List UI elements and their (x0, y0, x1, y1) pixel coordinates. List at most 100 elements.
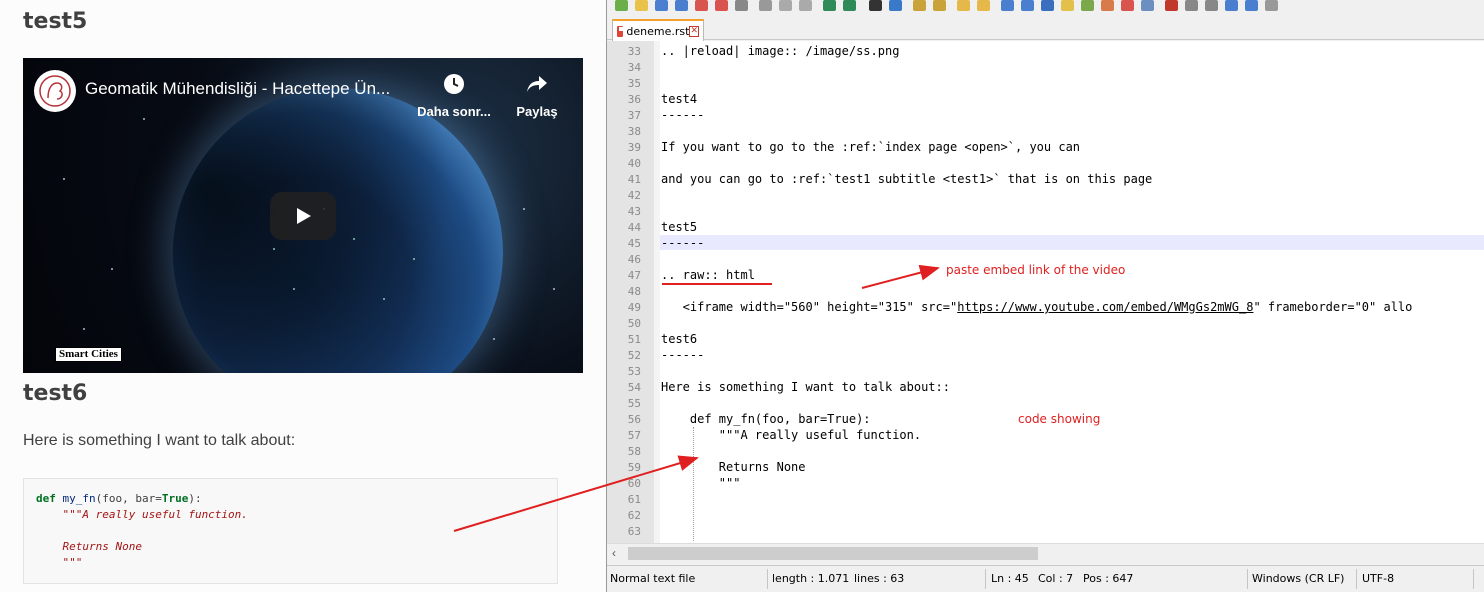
editor-line-47: .. raw:: html (661, 268, 755, 282)
show-all-chars-icon[interactable] (1021, 0, 1034, 11)
line-number: 59 (627, 461, 641, 474)
zoom-out-icon[interactable] (933, 0, 946, 11)
open-file-icon[interactable] (635, 0, 648, 11)
print-icon[interactable] (735, 0, 748, 11)
code-line: def my_fn(foo, bar=True): (36, 491, 557, 507)
paragraph-text: Here is something I want to talk about: (23, 432, 296, 449)
line-number: 47 (627, 269, 641, 282)
folder-as-workspace-icon[interactable] (1121, 0, 1134, 11)
copy-icon[interactable] (779, 0, 792, 11)
line-number: 41 (627, 173, 641, 186)
editor-line-60: """ (661, 476, 741, 490)
line-number: 52 (627, 349, 641, 362)
line-number: 43 (627, 205, 641, 218)
record-macro-icon[interactable] (1165, 0, 1178, 11)
close-file-icon[interactable] (695, 0, 708, 11)
watch-later-button[interactable]: Daha sonr... (411, 70, 497, 119)
new-file-icon[interactable] (615, 0, 628, 11)
unsaved-file-icon (617, 25, 627, 37)
code-params: (foo, bar= (95, 492, 162, 505)
scroll-left-icon[interactable]: ‹ (612, 546, 616, 560)
annotation-code-showing: code showing (1018, 412, 1101, 426)
line-number: 54 (627, 381, 641, 394)
line-number: 63 (627, 525, 641, 538)
editor-line-37: ------ (661, 108, 705, 122)
share-button[interactable]: Paylaş (511, 70, 563, 119)
toolbar (607, 0, 1484, 16)
editor-line-39: If you want to go to the :ref:`index pag… (661, 140, 1081, 154)
line-number: 44 (627, 221, 641, 234)
clock-icon (411, 70, 497, 98)
line-number: 37 (627, 109, 641, 122)
zoom-in-icon[interactable] (913, 0, 926, 11)
line-number: 51 (627, 333, 641, 346)
horizontal-scrollbar[interactable]: ‹ (607, 543, 1484, 562)
editor-line-44: test5 (661, 220, 698, 234)
editor-line-57: """A really useful function. (661, 428, 922, 442)
editor-line-59: Returns None (661, 460, 806, 474)
line-number: 39 (627, 141, 641, 154)
function-list-icon[interactable] (1101, 0, 1114, 11)
save-icon[interactable] (655, 0, 668, 11)
find-icon[interactable] (869, 0, 882, 11)
play-button[interactable] (270, 192, 336, 240)
embed-url-link[interactable]: https://www.youtube.com/embed/WMgGs2mWG_… (957, 300, 1253, 314)
rendered-docs-page: test5 Geomatik Mühendisliği - Hacettepe … (0, 0, 606, 592)
line-number: 35 (627, 77, 641, 90)
youtube-embed[interactable]: Geomatik Mühendisliği - Hacettepe Ün... … (23, 58, 583, 373)
line-number: 42 (627, 189, 641, 202)
run-macro-multiple-icon[interactable] (1225, 0, 1238, 11)
save-macro-icon[interactable] (1245, 0, 1258, 11)
save-all-icon[interactable] (675, 0, 688, 11)
word-wrap-icon[interactable] (1001, 0, 1014, 11)
status-col: Col : 7 (1038, 572, 1074, 585)
cut-icon[interactable] (759, 0, 772, 11)
line-number: 46 (627, 253, 641, 266)
editor-line-51: test6 (661, 332, 698, 346)
tab-deneme-rst[interactable]: deneme.rst ✕ (612, 19, 704, 41)
status-encoding[interactable]: UTF-8 (1362, 572, 1394, 585)
line-number: 55 (627, 397, 641, 410)
iframe-code: <iframe width="560" height="315" src=" (661, 300, 958, 314)
sync-vertical-icon[interactable] (957, 0, 970, 11)
code-line: Returns None (36, 540, 142, 553)
paste-icon[interactable] (799, 0, 812, 11)
line-number: 62 (627, 509, 641, 522)
doc-map-icon[interactable] (1081, 0, 1094, 11)
video-badge: Smart Cities (55, 347, 122, 362)
extra-tool-icon[interactable] (1265, 0, 1278, 11)
editor-line-54: Here is something I want to talk about:: (661, 380, 950, 394)
line-number: 57 (627, 429, 641, 442)
play-icon (297, 208, 311, 224)
line-number: 53 (627, 365, 641, 378)
close-tab-icon[interactable]: ✕ (689, 25, 699, 37)
code-line: """ (36, 556, 83, 569)
language-icon[interactable] (1061, 0, 1074, 11)
stop-macro-icon[interactable] (1185, 0, 1198, 11)
line-number: 50 (627, 317, 641, 330)
channel-logo-icon[interactable] (34, 70, 76, 112)
editor-line-33: .. |reload| image:: /image/ss.png (661, 44, 900, 58)
code-constant: True (161, 492, 189, 505)
redo-icon[interactable] (843, 0, 856, 11)
play-macro-icon[interactable] (1205, 0, 1218, 11)
editor-area[interactable]: 33 34 35 36 37 38 39 40 41 42 43 44 45 46 47 48 49 50 51 52… (607, 41, 1484, 543)
indent-guide-icon[interactable] (1041, 0, 1054, 11)
undo-icon[interactable] (823, 0, 836, 11)
line-number: 48 (627, 285, 641, 298)
sync-horizontal-icon[interactable] (977, 0, 990, 11)
line-number: 34 (627, 61, 641, 74)
scrollbar-thumb[interactable] (628, 547, 1038, 560)
code-line: """A really useful function. (36, 508, 248, 521)
code-function-name: my_fn (62, 492, 96, 505)
monitoring-icon[interactable] (1141, 0, 1154, 11)
section-heading-test6: test6 (23, 381, 88, 406)
status-pos: Pos : 647 (1083, 572, 1134, 585)
status-eol[interactable]: Windows (CR LF) (1252, 572, 1344, 585)
close-all-icon[interactable] (715, 0, 728, 11)
video-title[interactable]: Geomatik Mühendisliği - Hacettepe Ün... (85, 79, 407, 99)
editor-line-41: and you can go to :ref:`test1 subtitle <… (661, 172, 1153, 186)
line-number: 58 (627, 445, 641, 458)
replace-icon[interactable] (889, 0, 902, 11)
fold-margin[interactable] (654, 41, 660, 543)
